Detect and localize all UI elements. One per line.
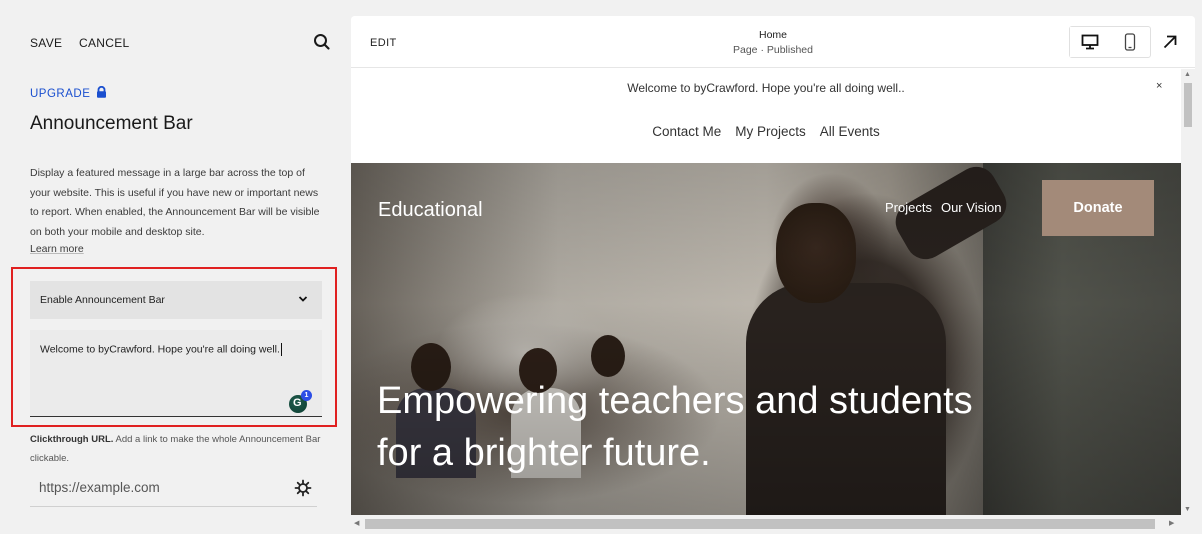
expand-icon[interactable]: [1162, 34, 1178, 50]
url-placeholder: https://example.com: [39, 480, 160, 495]
announcement-bar[interactable]: Welcome to byCrawford. Hope you're all d…: [351, 69, 1181, 107]
text-caret: [280, 343, 282, 356]
announcement-text-field[interactable]: Welcome to byCrawford. Hope you're all d…: [30, 330, 322, 417]
site-preview: EDIT Home Page · Published Welcome to by…: [351, 16, 1195, 534]
vertical-scroll-thumb[interactable]: [1184, 83, 1192, 127]
page-status: Page · Published: [733, 44, 813, 56]
search-icon[interactable]: [312, 32, 332, 52]
scroll-right-icon[interactable]: ▶: [1169, 519, 1174, 527]
clickthrough-title: Clickthrough URL.: [30, 434, 114, 445]
grammarly-badge: 1: [301, 390, 312, 401]
donate-button[interactable]: Donate: [1042, 180, 1154, 236]
mobile-icon: [1124, 33, 1136, 51]
cancel-button[interactable]: CANCEL: [79, 36, 129, 50]
vertical-scrollbar[interactable]: ▲ ▼: [1181, 69, 1195, 534]
lock-icon: [96, 85, 107, 101]
grammarly-g: G: [293, 397, 302, 409]
close-icon[interactable]: ×: [1156, 80, 1162, 92]
hero-headline: Empowering teachers and students for a b…: [377, 380, 973, 474]
enable-announcement-select[interactable]: Enable Announcement Bar: [30, 281, 322, 319]
grammarly-icon[interactable]: G 1: [289, 390, 312, 413]
hero-link-projects[interactable]: Projects: [885, 200, 932, 215]
desktop-icon: [1081, 34, 1099, 50]
preview-toolbar: EDIT Home Page · Published: [351, 16, 1195, 68]
hero-nav: Projects Our Vision: [885, 200, 1001, 215]
panel-topbar: SAVE CANCEL: [0, 0, 342, 62]
site-nav: Contact Me My Projects All Events: [351, 107, 1181, 163]
nav-link-events[interactable]: All Events: [820, 124, 880, 163]
site-brand[interactable]: Educational: [378, 199, 483, 222]
horizontal-scrollbar[interactable]: ◀ ▶: [351, 515, 1181, 534]
desktop-view-button[interactable]: [1070, 27, 1110, 57]
save-button[interactable]: SAVE: [30, 36, 62, 50]
select-value: Enable Announcement Bar: [40, 294, 165, 306]
edit-button[interactable]: EDIT: [370, 37, 397, 49]
editor-panel: SAVE CANCEL UPGRADE Announcement Bar Dis…: [0, 0, 342, 534]
nav-link-projects[interactable]: My Projects: [735, 124, 806, 163]
device-toggle: [1069, 26, 1151, 58]
clickthrough-label: Clickthrough URL. Add a link to make the…: [30, 430, 326, 468]
panel-title: Announcement Bar: [30, 113, 193, 134]
hero-section: Educational Projects Our Vision Donate E…: [351, 163, 1181, 515]
clickthrough-url-field[interactable]: https://example.com: [30, 471, 317, 507]
scroll-left-icon[interactable]: ◀: [354, 519, 359, 527]
gear-icon[interactable]: [294, 479, 312, 497]
announcement-text-value: Welcome to byCrawford. Hope you're all d…: [40, 343, 280, 356]
scroll-up-icon[interactable]: ▲: [1184, 71, 1191, 78]
horizontal-scroll-thumb[interactable]: [365, 519, 1155, 529]
scroll-down-icon[interactable]: ▼: [1184, 506, 1191, 513]
mobile-view-button[interactable]: [1110, 27, 1150, 57]
learn-more-link[interactable]: Learn more: [30, 243, 84, 255]
announcement-text: Welcome to byCrawford. Hope you're all d…: [627, 81, 905, 95]
nav-link-contact[interactable]: Contact Me: [652, 124, 721, 163]
upgrade-link[interactable]: UPGRADE: [30, 85, 107, 101]
page-title: Home: [758, 29, 787, 41]
chevron-down-icon: [298, 294, 308, 306]
hero-link-vision[interactable]: Our Vision: [941, 200, 1001, 215]
upgrade-label: UPGRADE: [30, 87, 91, 100]
panel-description: Display a featured message in a large ba…: [30, 167, 320, 238]
